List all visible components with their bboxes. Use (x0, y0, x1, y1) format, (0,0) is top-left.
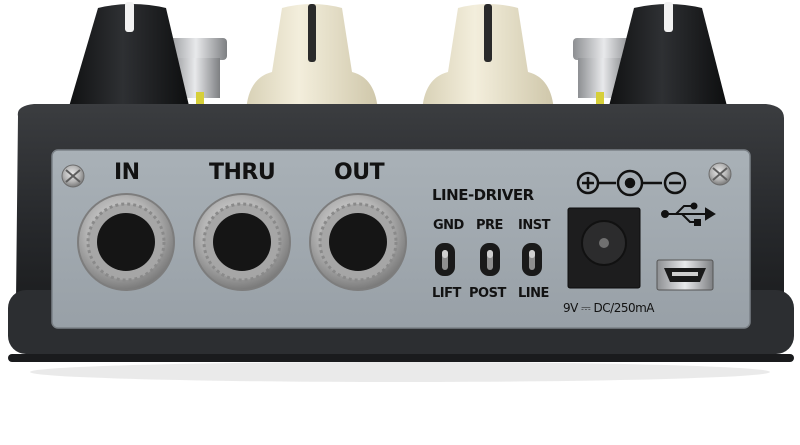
knob-icon[interactable] (68, 2, 190, 110)
knob-icon[interactable] (422, 4, 554, 112)
dc-socket-icon[interactable] (567, 207, 641, 289)
jack-label-out: OUT (334, 160, 385, 185)
pedal-illustration (8, 2, 794, 382)
screw-icon (708, 162, 732, 186)
jack-icon[interactable] (309, 193, 407, 291)
knob-icon[interactable] (246, 4, 378, 112)
mini-usb-port-icon[interactable] (656, 259, 714, 291)
jack-label-thru: THRU (209, 160, 276, 185)
screw-icon (61, 164, 85, 188)
knob-icon[interactable] (608, 2, 728, 110)
switch-label-inst: INST (518, 218, 550, 233)
toggle-switch-icon[interactable] (480, 243, 500, 276)
power-rating-label: 9V ⎓ DC/250mA (563, 301, 655, 315)
toggle-switch-icon[interactable] (522, 243, 542, 276)
switch-label-gnd: GND (433, 218, 464, 233)
toggle-switch-icon[interactable] (435, 243, 455, 276)
switch-label-line: LINE (518, 286, 549, 301)
pedal-back-panel-photo: IN THRU OUT LINE-DRIVER GND PRE INST LIF… (0, 0, 800, 441)
line-driver-title: LINE-DRIVER (432, 186, 534, 204)
switch-label-pre: PRE (476, 218, 503, 233)
switch-label-post: POST (469, 286, 506, 301)
jack-icon[interactable] (193, 193, 291, 291)
switch-label-lift: LIFT (432, 286, 461, 301)
jack-label-in: IN (114, 160, 140, 185)
jack-icon[interactable] (77, 193, 175, 291)
